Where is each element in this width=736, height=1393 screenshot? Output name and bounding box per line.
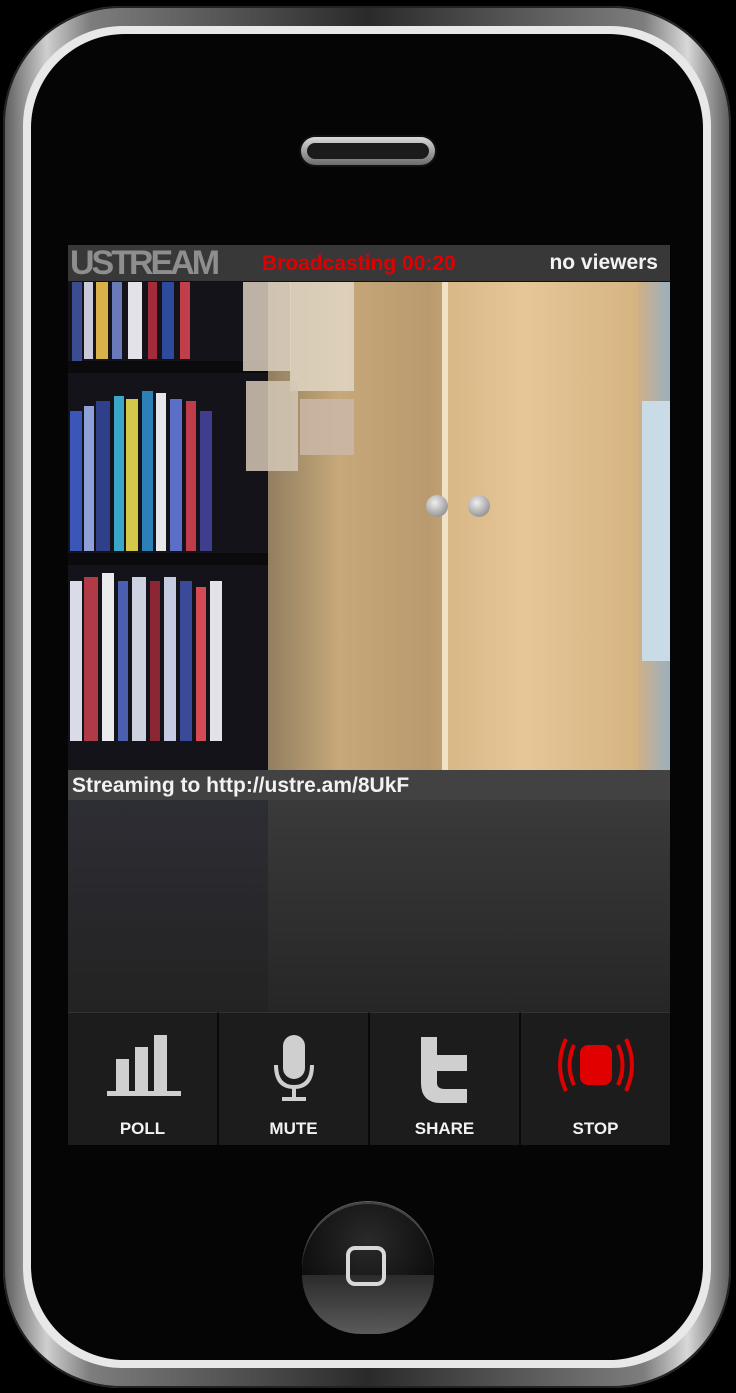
toolbar: POLL MUTE SHARE STOP [68,1012,670,1145]
earpiece-speaker [301,137,435,165]
poll-button[interactable]: POLL [68,1012,219,1145]
window-light [642,401,670,661]
microphone-icon [273,1035,314,1101]
broadcast-timer: Broadcasting 00:20 [262,252,456,275]
mute-label: MUTE [269,1119,318,1138]
broadcast-stop-icon [557,1038,634,1092]
door-image [448,281,638,770]
camera-preview [68,281,670,770]
bookshelf-image [68,281,268,770]
viewer-count: no viewers [549,251,658,274]
mute-button[interactable]: MUTE [219,1012,370,1145]
home-button[interactable] [302,1202,434,1334]
share-button[interactable]: SHARE [370,1012,521,1145]
stream-url-text: Streaming to http://ustre.am/8UkF [72,774,410,797]
ustream-logo: USTREAM [70,245,220,282]
preview-reflection [68,800,670,1012]
home-square-icon [346,1246,386,1286]
app-screen: USTREAM Broadcasting 00:20 no viewers St… [68,245,670,1145]
stream-url-bar: Streaming to http://ustre.am/8UkF [68,770,670,800]
twitter-icon [420,1037,467,1103]
bar-chart-icon [106,1035,181,1096]
status-bar: USTREAM Broadcasting 00:20 no viewers [68,245,670,282]
share-label: SHARE [414,1119,475,1138]
poll-label: POLL [119,1119,166,1138]
stop-button[interactable]: STOP [521,1012,670,1145]
stop-label: STOP [572,1119,619,1138]
